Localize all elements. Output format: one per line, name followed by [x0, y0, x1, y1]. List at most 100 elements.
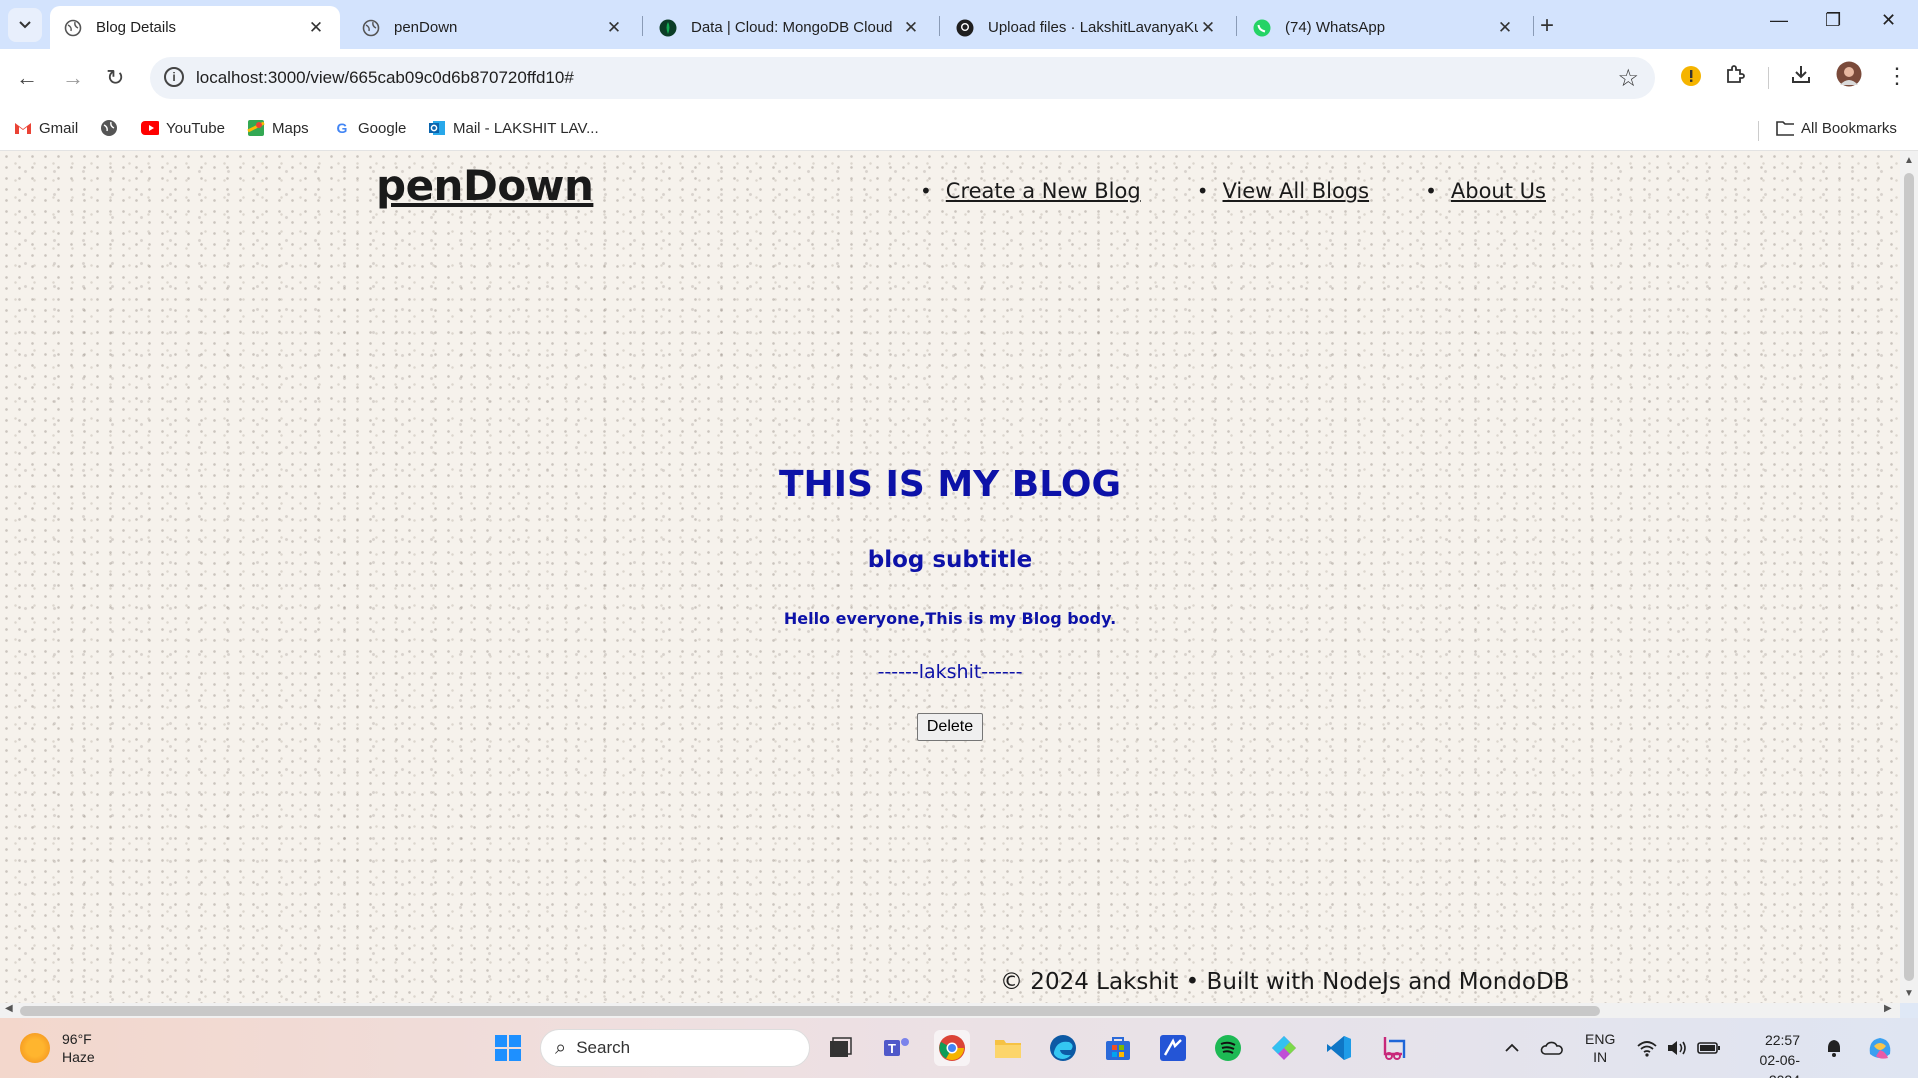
task-view-icon[interactable] — [822, 1030, 858, 1066]
browser-menu-icon[interactable]: ⋮ — [1886, 63, 1908, 89]
bookmark-label: Gmail — [39, 119, 79, 137]
spotify-icon[interactable] — [1210, 1030, 1246, 1066]
windows-start-icon[interactable] — [490, 1030, 526, 1066]
back-icon[interactable]: ← — [16, 65, 38, 91]
chevron-down-icon — [19, 21, 31, 29]
tab-search-button[interactable] — [8, 8, 42, 42]
weather-widget[interactable]: 96°F Haze — [20, 1030, 95, 1066]
nav-item-create: Create a New Blog — [920, 179, 1141, 203]
new-tab-icon[interactable]: + — [1540, 12, 1554, 40]
show-hidden-icons[interactable] — [1504, 1018, 1520, 1078]
bookmark-star-icon[interactable]: ☆ — [1617, 64, 1639, 93]
downloads-icon[interactable] — [1790, 63, 1812, 91]
bookmark-maps[interactable]: Maps — [247, 119, 309, 137]
wifi-icon[interactable] — [1636, 1018, 1658, 1078]
extensions-puzzle-icon[interactable] — [1724, 63, 1746, 91]
nav-item-about: About Us — [1425, 179, 1546, 203]
all-bookmarks-button[interactable]: All Bookmarks — [1776, 119, 1897, 137]
tab-strip: Blog Details ✕ penDown ✕ Data | Cloud: M… — [0, 0, 1918, 49]
tab-blog-details[interactable]: Blog Details ✕ — [50, 6, 340, 49]
blog-title: THIS IS MY BLOG — [778, 464, 1122, 505]
battery-icon[interactable] — [1697, 1018, 1721, 1078]
snipping-tool-icon[interactable] — [1376, 1030, 1412, 1066]
site-logo-link[interactable]: penDown — [376, 161, 594, 210]
tab-title: Upload files · LakshitLavanyaKu — [988, 19, 1198, 36]
all-bookmarks-label: All Bookmarks — [1801, 119, 1897, 137]
close-tab-icon[interactable]: ✕ — [901, 18, 921, 38]
globe-icon — [64, 19, 82, 37]
nav-item-view-all: View All Blogs — [1197, 179, 1370, 203]
tab-github[interactable]: Upload files · LakshitLavanyaKu ✕ — [942, 6, 1232, 49]
app-icon-blue[interactable] — [1155, 1030, 1191, 1066]
language-indicator[interactable]: ENG IN — [1585, 1018, 1615, 1078]
onedrive-icon[interactable] — [1540, 1018, 1564, 1078]
vertical-scrollbar[interactable]: ▲ ▼ — [1900, 151, 1918, 1003]
scroll-down-icon[interactable]: ▼ — [1904, 988, 1914, 999]
weather-desc: Haze — [62, 1049, 95, 1065]
notification-bell-icon[interactable] — [1825, 1018, 1843, 1078]
tab-whatsapp[interactable]: (74) WhatsApp ✕ — [1239, 6, 1529, 49]
bookmark-globe[interactable] — [100, 119, 125, 137]
file-explorer-icon[interactable] — [990, 1030, 1026, 1066]
close-tab-icon[interactable]: ✕ — [1198, 18, 1218, 38]
copilot-icon[interactable] — [1866, 1018, 1894, 1078]
scroll-left-icon[interactable]: ◀ — [5, 1003, 13, 1014]
mongodb-icon — [659, 19, 677, 37]
close-tab-icon[interactable]: ✕ — [604, 18, 624, 38]
edge-icon[interactable] — [1045, 1030, 1081, 1066]
horizontal-scrollbar[interactable]: ◀ ▶ — [0, 1003, 1900, 1018]
tab-separator — [1533, 16, 1534, 36]
close-tab-icon[interactable]: ✕ — [1495, 18, 1515, 38]
app-icon-diamond[interactable] — [1266, 1030, 1302, 1066]
svg-text:T: T — [888, 1041, 896, 1056]
scroll-up-icon[interactable]: ▲ — [1904, 155, 1914, 166]
bookmark-gmail[interactable]: Gmail — [14, 119, 78, 137]
taskbar-clock[interactable]: 22:57 02-06-2024 — [1730, 1030, 1800, 1078]
minimize-icon[interactable]: — — [1770, 10, 1788, 31]
youtube-icon — [141, 119, 159, 137]
restore-icon[interactable]: ❐ — [1825, 10, 1841, 31]
reload-icon[interactable]: ↻ — [106, 65, 124, 91]
url-text[interactable]: localhost:3000/view/665cab09c0d6b870720f… — [196, 68, 574, 88]
bookmark-label: Maps — [272, 119, 309, 137]
close-tab-icon[interactable]: ✕ — [306, 18, 326, 38]
volume-icon[interactable] — [1666, 1018, 1688, 1078]
forward-icon[interactable]: → — [62, 65, 84, 91]
scroll-right-icon[interactable]: ▶ — [1884, 1003, 1892, 1014]
globe-icon — [362, 19, 380, 37]
globe-icon — [100, 119, 118, 137]
bookmarks-bar: Gmail YouTube Maps G Google Mail - LAKSH… — [0, 109, 1918, 151]
extension-badge-icon[interactable] — [1680, 65, 1702, 93]
page-viewport: penDown Create a New Blog View All Blogs… — [0, 151, 1900, 1003]
bookmark-youtube[interactable]: YouTube — [141, 119, 225, 137]
tab-title: Data | Cloud: MongoDB Cloud — [691, 19, 893, 36]
about-us-link[interactable]: About Us — [1451, 179, 1546, 203]
vertical-scroll-thumb[interactable] — [1904, 173, 1914, 981]
chrome-icon[interactable] — [934, 1030, 970, 1066]
clock-time: 22:57 — [1764, 1032, 1800, 1048]
delete-button[interactable]: Delete — [917, 713, 983, 741]
window-close-icon[interactable]: ✕ — [1881, 10, 1896, 31]
site-info-icon[interactable]: i — [164, 67, 184, 87]
taskbar-search[interactable]: ⌕ Search — [540, 1029, 810, 1067]
bookmark-outlook[interactable]: Mail - LAKSHIT LAV... — [428, 119, 599, 137]
view-all-blogs-link[interactable]: View All Blogs — [1223, 179, 1370, 203]
profile-avatar[interactable] — [1836, 61, 1862, 93]
tab-mongodb[interactable]: Data | Cloud: MongoDB Cloud ✕ — [645, 6, 935, 49]
taskbar-search-placeholder: Search — [576, 1038, 631, 1057]
tab-pendown[interactable]: penDown ✕ — [348, 6, 638, 49]
create-blog-link[interactable]: Create a New Blog — [946, 179, 1141, 203]
github-icon — [956, 19, 974, 37]
address-bar[interactable]: i localhost:3000/view/665cab09c0d6b87072… — [150, 57, 1655, 99]
toolbar-separator — [1768, 67, 1769, 89]
site-footer: © 2024 Lakshit • Built with NodeJs and M… — [1000, 969, 1570, 995]
vscode-icon[interactable] — [1321, 1030, 1357, 1066]
horizontal-scroll-thumb[interactable] — [20, 1006, 1600, 1016]
microsoft-store-icon[interactable] — [1100, 1030, 1136, 1066]
tab-separator — [939, 16, 940, 36]
tab-separator — [1236, 16, 1237, 36]
teams-icon[interactable]: T — [878, 1030, 914, 1066]
maps-icon — [247, 119, 265, 137]
lang-bottom: IN — [1593, 1049, 1608, 1065]
bookmark-google[interactable]: G Google — [333, 119, 407, 137]
